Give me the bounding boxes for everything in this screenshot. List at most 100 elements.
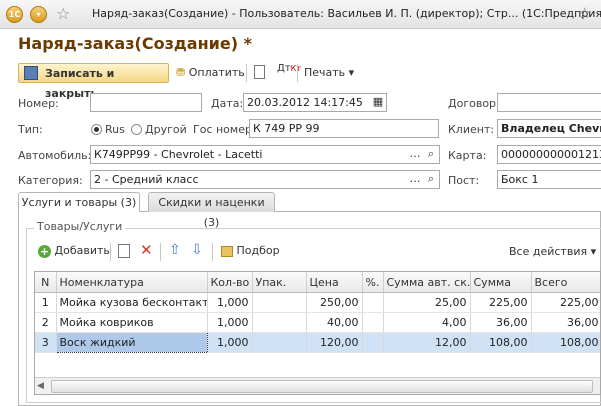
cell-n: 1 — [35, 292, 57, 313]
cell-pack[interactable] — [252, 312, 307, 333]
date-value: 20.03.2012 14:17:45 — [247, 96, 363, 109]
all-actions-menu[interactable]: Все действия ▾ — [509, 245, 596, 258]
horizontal-scrollbar[interactable]: ◀ — [35, 377, 600, 394]
card-field[interactable]: 000000000001213213, — [497, 145, 601, 164]
col-header-price[interactable]: Цена — [306, 272, 363, 293]
cell-percent[interactable] — [362, 312, 384, 333]
tab-services-goods[interactable]: Услуги и товары (3) — [18, 192, 140, 212]
cell-percent[interactable] — [362, 332, 384, 353]
category-label: Категория: — [18, 174, 83, 187]
category-field[interactable]: 2 - Средний класс … ⌕ — [90, 170, 440, 189]
post-field[interactable]: Бокс 1 — [497, 170, 601, 189]
add-button[interactable]: + Добавить — [38, 244, 110, 258]
subtoolbar-separator — [110, 243, 111, 261]
cell-nomenclature[interactable]: Мойка кузова бесконтакт... — [56, 292, 208, 313]
app-logo[interactable]: 1С — [6, 6, 23, 23]
select-ellipsis-icon[interactable]: … — [407, 146, 423, 163]
client-label: Клиент: — [448, 123, 495, 136]
table-row[interactable]: 2 Мойка ковриков 1,000 40,00 4,00 36,00 … — [35, 312, 600, 333]
cell-price[interactable]: 40,00 — [306, 312, 363, 333]
col-header-nomenclature[interactable]: Номенклатура — [56, 272, 208, 293]
cell-pack[interactable] — [252, 292, 307, 313]
selection-label: Подбор — [236, 244, 280, 257]
col-header-auto-discount[interactable]: Сумма авт. ск. — [383, 272, 471, 293]
cell-qty[interactable]: 1,000 — [207, 312, 253, 333]
number-field[interactable] — [90, 93, 202, 112]
col-header-n[interactable]: N — [35, 272, 57, 293]
cell-pack[interactable] — [252, 332, 307, 353]
car-field[interactable]: К749РР99 - Chevrolet - Lacetti … ⌕ — [90, 145, 440, 164]
col-header-sum[interactable]: Сумма — [470, 272, 532, 293]
menu-dropdown-icon[interactable]: ▾ — [30, 6, 47, 23]
subtoolbar-separator-3 — [212, 243, 213, 261]
cell-percent[interactable] — [362, 292, 384, 313]
select-ellipsis-icon-2[interactable]: … — [407, 171, 423, 188]
category-value: 2 - Средний класс — [94, 173, 199, 186]
save-and-close-button[interactable]: Записать и закрыть — [18, 63, 169, 100]
cell-qty[interactable]: 1,000 — [207, 292, 253, 313]
scroll-thumb[interactable] — [51, 380, 593, 393]
selection-button[interactable]: Подбор — [221, 244, 280, 257]
type-radio-rus[interactable] — [91, 124, 102, 135]
client-field[interactable]: Владелец Chevrolet — [497, 119, 601, 138]
window-title: Наряд-заказ(Создание) - Пользователь: Ва… — [92, 7, 601, 20]
contract-field[interactable] — [497, 93, 601, 112]
cell-sum[interactable]: 108,00 — [470, 332, 532, 353]
cell-auto-discount[interactable]: 4,00 — [383, 312, 471, 333]
col-header-total[interactable]: Всего — [531, 272, 600, 293]
cell-total[interactable]: 225,00 — [531, 292, 600, 313]
cell-nomenclature[interactable]: Воск жидкий — [55, 332, 208, 353]
pay-label: Оплатить — [188, 66, 245, 79]
form-title: Наряд-заказ(Создание) * — [18, 34, 252, 53]
open-search-icon-2[interactable]: ⌕ — [423, 171, 439, 188]
move-down-icon[interactable]: ⇩ — [191, 242, 203, 258]
col-header-percent[interactable]: %. — [362, 272, 384, 293]
move-up-icon[interactable]: ⇧ — [169, 242, 181, 258]
cell-total[interactable]: 36,00 — [531, 312, 600, 333]
table-row-selected[interactable]: 3 Воск жидкий 1,000 120,00 12,00 108,00 … — [35, 332, 600, 353]
cell-price[interactable]: 120,00 — [306, 332, 363, 353]
cell-n: 3 — [35, 332, 57, 353]
tab-discounts[interactable]: Скидки и наценки (3) — [148, 192, 275, 229]
type-label: Тип: — [18, 123, 43, 136]
document-icon[interactable] — [254, 65, 265, 79]
col-header-qty[interactable]: Кол-во — [207, 272, 253, 293]
cell-auto-discount[interactable]: 12,00 — [383, 332, 471, 353]
favorite-star-icon-right[interactable]: ☆ — [578, 4, 591, 22]
cell-nomenclature[interactable]: Мойка ковриков — [56, 312, 208, 333]
table-row[interactable]: 1 Мойка кузова бесконтакт... 1,000 250,0… — [35, 292, 600, 313]
coins-icon: ⛃ — [176, 66, 186, 79]
contract-label: Договор: — [448, 97, 500, 110]
gosnomer-field[interactable]: К 749 РР 99 — [249, 119, 439, 138]
calendar-icon[interactable]: ▦ — [370, 94, 386, 111]
group-title: Товары/Услуги — [34, 220, 126, 233]
type-option-rus: Rus — [105, 123, 125, 136]
date-field[interactable]: 20.03.2012 14:17:45 ▦ — [243, 93, 387, 112]
copy-row-icon[interactable] — [118, 244, 130, 258]
print-label: Печать — [304, 66, 346, 79]
cell-sum[interactable]: 225,00 — [470, 292, 532, 313]
cell-qty[interactable]: 1,000 — [207, 332, 253, 353]
scroll-left-icon[interactable]: ◀ — [37, 381, 44, 391]
post-label: Пост: — [448, 174, 480, 187]
cell-price[interactable]: 250,00 — [306, 292, 363, 313]
favorite-star-icon[interactable]: ☆ — [56, 4, 70, 23]
type-option-other: Другой — [145, 123, 187, 136]
date-label: Дата: — [211, 97, 244, 110]
subtoolbar-separator-2 — [160, 243, 161, 261]
open-search-icon[interactable]: ⌕ — [423, 146, 439, 163]
table-header-row: N Номенклатура Кол-во Упак. Цена %. Сумм… — [35, 272, 600, 293]
cell-auto-discount[interactable]: 25,00 — [383, 292, 471, 313]
print-menu-button[interactable]: Печать ▾ — [304, 66, 354, 79]
cell-total[interactable]: 108,00 — [531, 332, 600, 353]
col-header-pack[interactable]: Упак. — [252, 272, 307, 293]
type-radio-other[interactable] — [131, 124, 142, 135]
app-logo-text: 1С — [8, 10, 21, 19]
cell-sum[interactable]: 36,00 — [470, 312, 532, 333]
number-label: Номер: — [18, 97, 59, 110]
all-actions-label: Все действия — [509, 245, 588, 258]
pay-button[interactable]: ⛃ Оплатить — [176, 66, 245, 79]
delete-icon[interactable]: ✕ — [140, 241, 153, 259]
add-plus-icon: + — [38, 244, 51, 258]
car-value: К749РР99 - Chevrolet - Lacetti — [94, 148, 263, 161]
